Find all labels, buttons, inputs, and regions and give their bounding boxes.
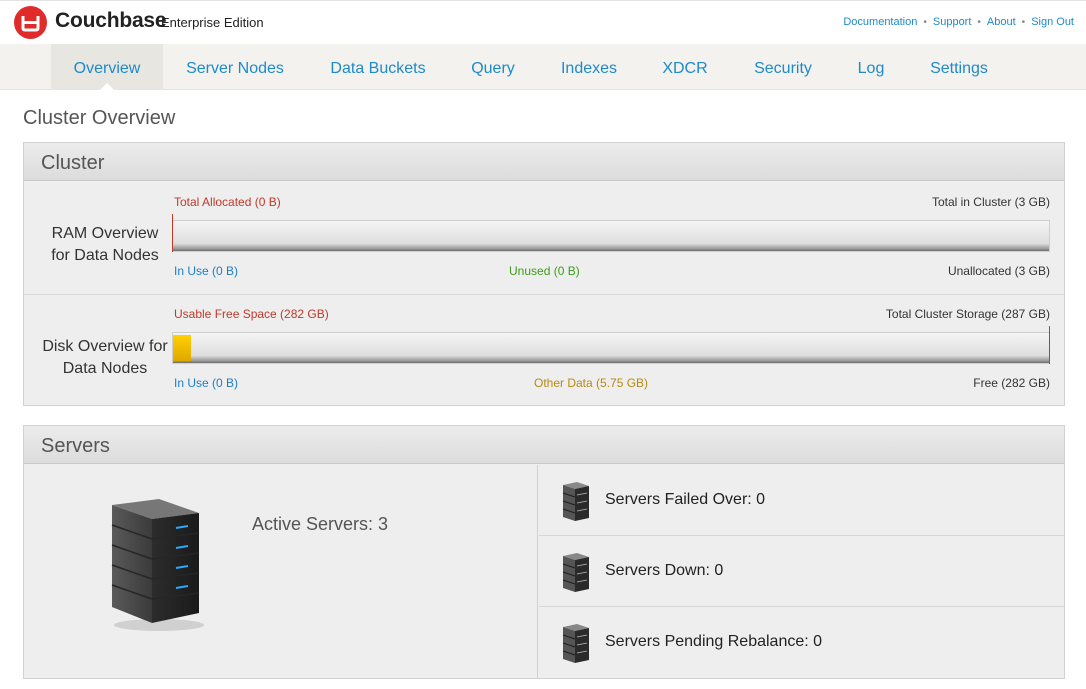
disk-other-data: Other Data (5.75 GB) xyxy=(534,376,649,390)
ram-overview-label: RAM Overview for Data Nodes xyxy=(32,223,178,267)
edition-label: Enterprise Edition xyxy=(161,15,264,30)
disk-other-data-fill xyxy=(173,335,191,361)
cluster-panel: Cluster RAM Overview for Data Nodes Tota… xyxy=(23,142,1065,406)
ram-label-line2: for Data Nodes xyxy=(51,247,159,264)
about-link[interactable]: About xyxy=(987,16,1016,28)
servers-panel-title: Servers xyxy=(41,435,110,457)
cluster-panel-header: Cluster xyxy=(24,143,1064,181)
disk-label-line2: Data Nodes xyxy=(62,360,148,377)
ram-in-use: In Use (0 B) xyxy=(174,264,239,278)
active-servers-count: Active Servers: 3 xyxy=(252,514,389,534)
disk-usage-bar xyxy=(172,332,1050,364)
servers-down-item: Servers Down: 0 xyxy=(539,536,1064,607)
server-icon xyxy=(561,623,591,670)
tab-security[interactable]: Security xyxy=(745,44,821,90)
tab-query[interactable]: Query xyxy=(462,44,524,90)
disk-overview-row: Disk Overview for Data Nodes Usable Free… xyxy=(24,294,1064,406)
disk-label-line1: Disk Overview for xyxy=(42,338,168,355)
servers-failed-over-item: Servers Failed Over: 0 xyxy=(539,465,1064,536)
top-header: Couchbase Enterprise Edition Documentati… xyxy=(0,0,1086,44)
active-servers-section: Active Servers: 3 xyxy=(24,465,538,678)
brand-name[interactable]: Couchbase xyxy=(55,9,167,33)
separator-dot: • xyxy=(977,16,981,28)
ram-allocated-marker xyxy=(172,214,173,252)
disk-usable-marker xyxy=(1049,326,1050,364)
cluster-panel-title: Cluster xyxy=(41,152,105,174)
tab-log[interactable]: Log xyxy=(848,44,894,90)
ram-total-allocated: Total Allocated (0 B) xyxy=(174,195,281,209)
servers-panel: Servers Active Servers: 3 Servers Failed… xyxy=(23,425,1065,679)
tab-settings[interactable]: Settings xyxy=(922,44,996,90)
separator-dot: • xyxy=(1021,16,1026,28)
ram-unused: Unused (0 B) xyxy=(509,264,580,278)
tab-indexes[interactable]: Indexes xyxy=(551,44,627,90)
top-links: Documentation • Support • About • Sign O… xyxy=(843,16,1074,28)
main-nav: Overview Server Nodes Data Buckets Query… xyxy=(0,44,1086,90)
tab-data-buckets[interactable]: Data Buckets xyxy=(318,44,438,90)
tab-xdcr[interactable]: XDCR xyxy=(653,44,717,90)
servers-down-label: Servers Down: 0 xyxy=(605,562,724,579)
disk-free: Free (282 GB) xyxy=(973,376,1050,390)
disk-in-use: In Use (0 B) xyxy=(174,376,239,390)
tab-overview[interactable]: Overview xyxy=(51,44,163,90)
page-title: Cluster Overview xyxy=(23,107,176,129)
servers-failed-over-label: Servers Failed Over: 0 xyxy=(605,491,766,508)
server-icon xyxy=(561,481,591,528)
server-rack-icon xyxy=(104,495,204,640)
servers-pending-rebalance-item: Servers Pending Rebalance: 0 xyxy=(539,607,1064,678)
ram-usage-bar xyxy=(172,220,1050,252)
ram-unallocated: Unallocated (3 GB) xyxy=(947,264,1050,278)
ram-overview-row: RAM Overview for Data Nodes Total Alloca… xyxy=(24,182,1064,294)
separator-dot: • xyxy=(923,16,927,28)
ram-label-line1: RAM Overview xyxy=(51,225,159,242)
server-status-list: Servers Failed Over: 0 Servers Down: 0 S… xyxy=(539,465,1064,678)
servers-pending-rebalance-label: Servers Pending Rebalance: 0 xyxy=(605,633,823,650)
disk-total-cluster-storage: Total Cluster Storage (287 GB) xyxy=(885,307,1050,321)
servers-panel-header: Servers xyxy=(24,426,1064,464)
server-icon xyxy=(561,552,591,599)
couchbase-logo-icon[interactable] xyxy=(14,6,47,39)
support-link[interactable]: Support xyxy=(933,16,972,28)
tab-server-nodes[interactable]: Server Nodes xyxy=(178,44,292,90)
documentation-link[interactable]: Documentation xyxy=(843,16,917,28)
disk-overview-label: Disk Overview for Data Nodes xyxy=(32,336,178,380)
disk-usable-free-space: Usable Free Space (282 GB) xyxy=(174,307,329,321)
ram-total-in-cluster: Total in Cluster (3 GB) xyxy=(931,195,1050,209)
sign-out-link[interactable]: Sign Out xyxy=(1031,16,1074,28)
